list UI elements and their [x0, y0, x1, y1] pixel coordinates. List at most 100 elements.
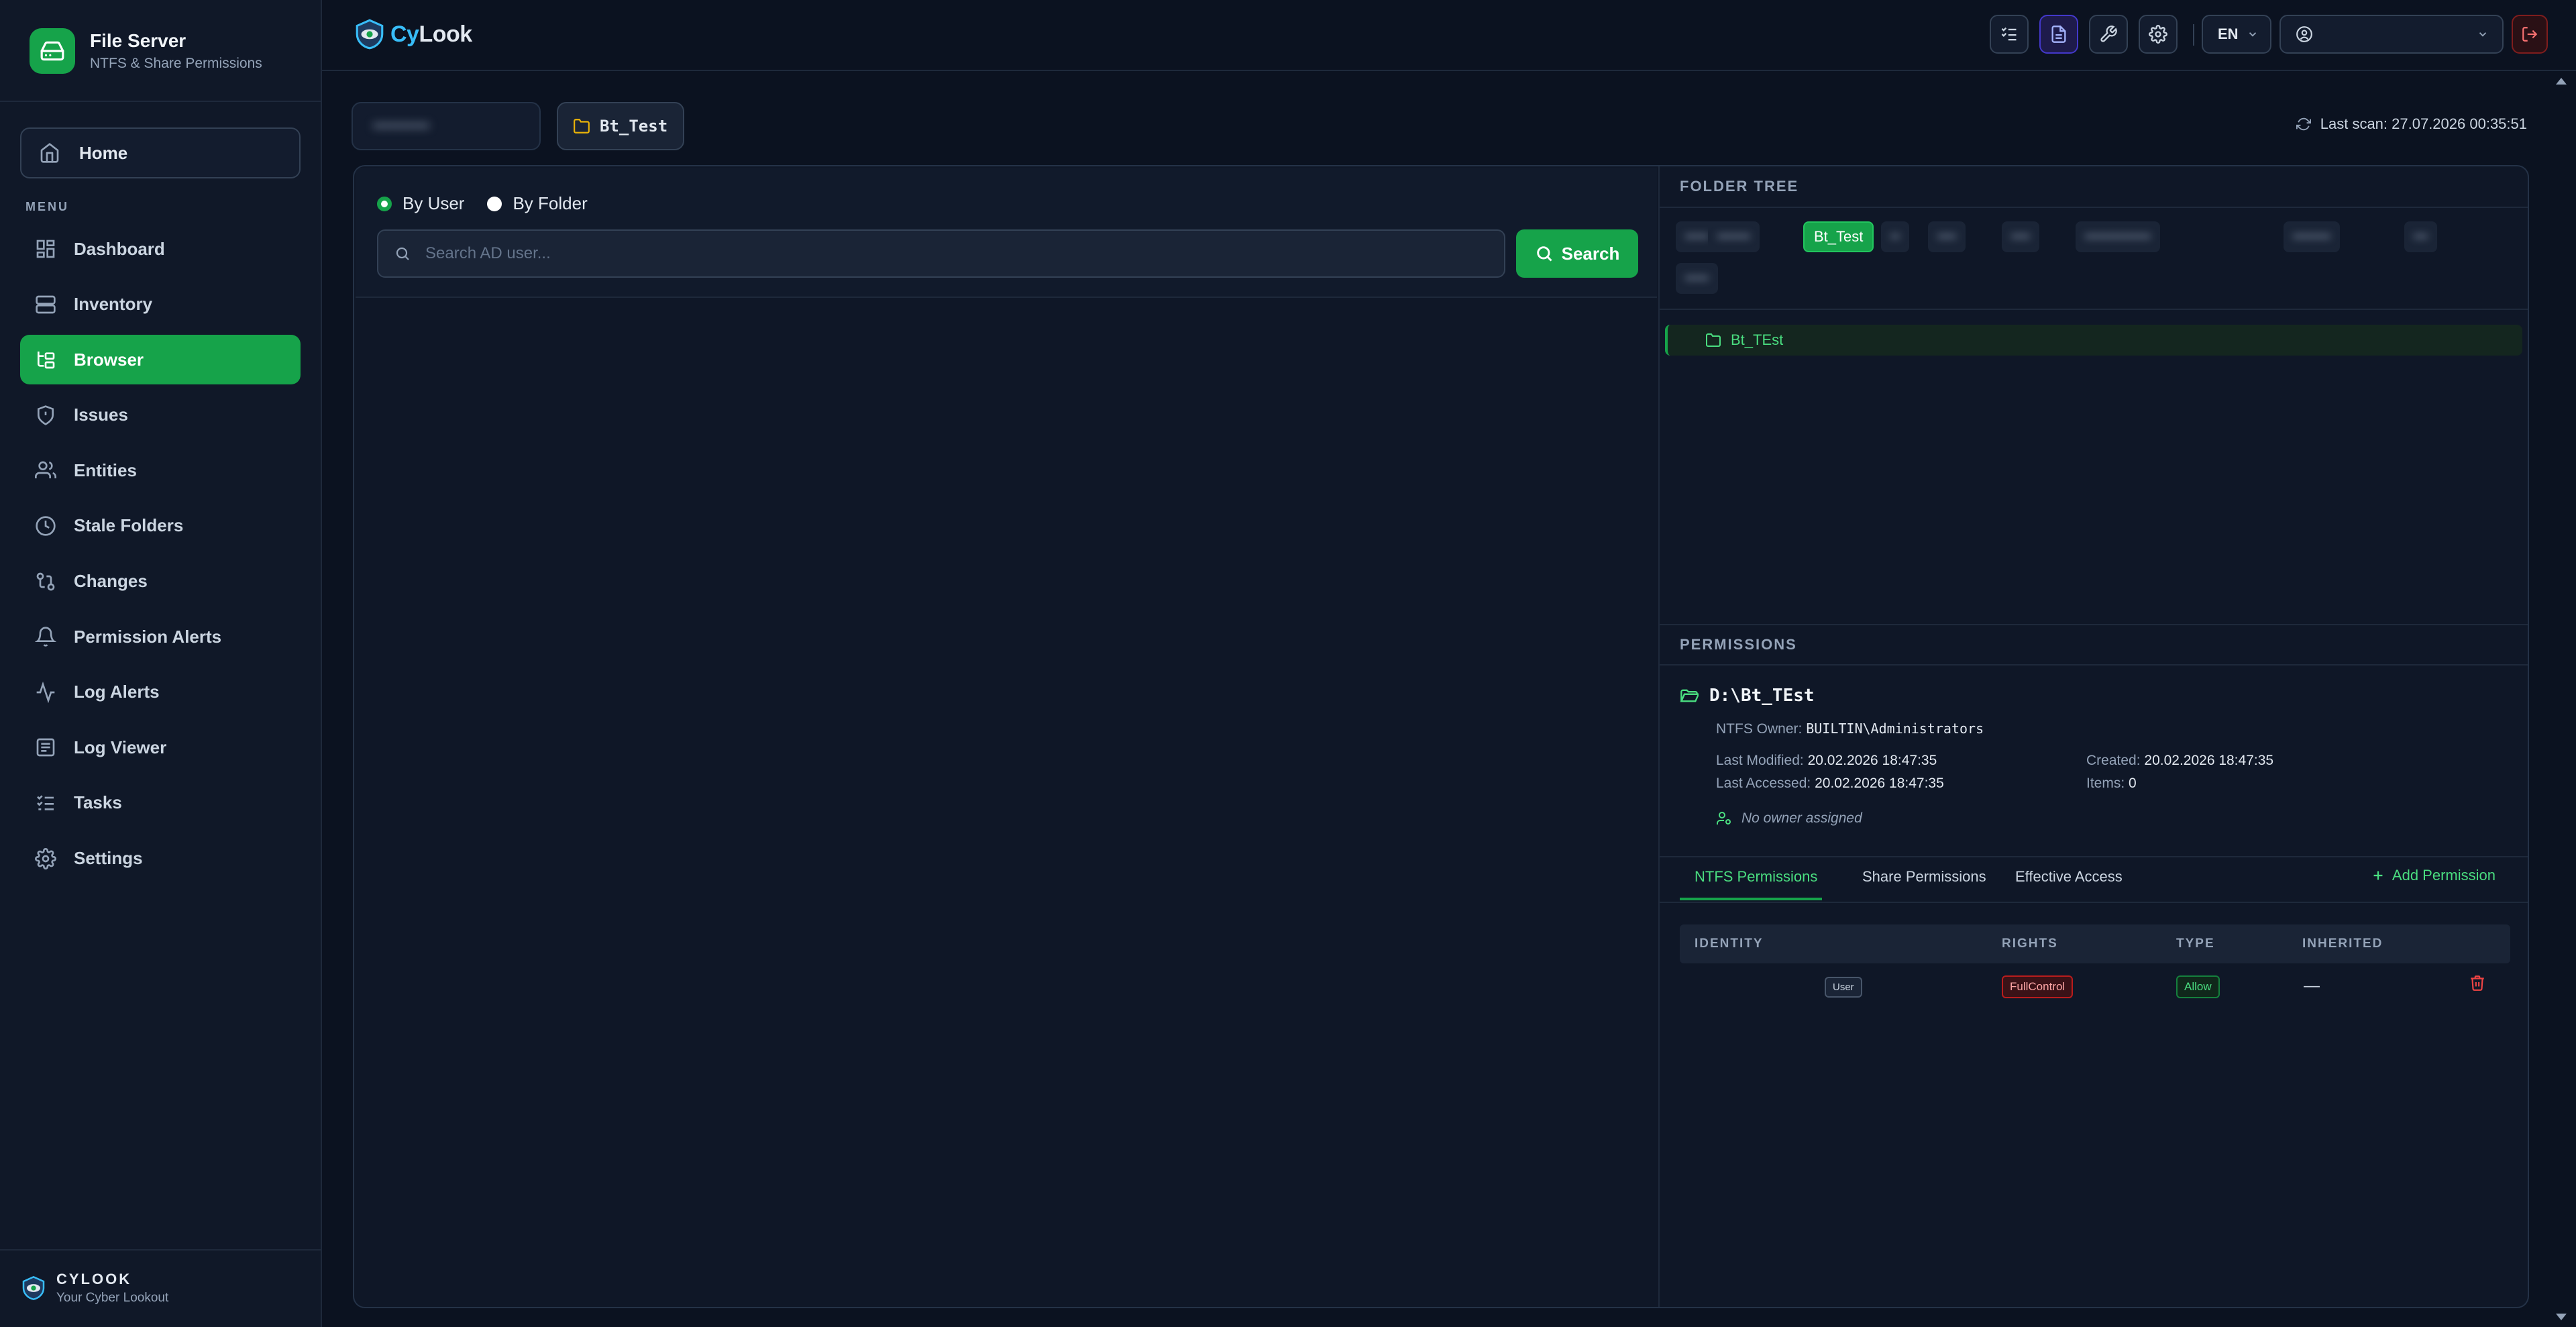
breadcrumb-item[interactable]: •••••••: [1708, 221, 1760, 252]
logout-icon: [2522, 27, 2538, 42]
top-bar: CyLook EN: [322, 0, 2576, 71]
search-icon: [1536, 246, 1552, 262]
breadcrumb-item[interactable]: ••••: [1928, 221, 1966, 252]
toolbar-divider: [2193, 24, 2194, 46]
sidebar-item-log-alerts[interactable]: Log Alerts: [20, 668, 301, 717]
breadcrumb-item-active[interactable]: Bt_Test: [1803, 221, 1874, 252]
sidebar-item-label: Entities: [74, 460, 137, 480]
add-permission-button[interactable]: Add Permission: [2371, 867, 2496, 884]
folder-tree-node-selected[interactable]: Bt_TEst: [1665, 325, 2522, 356]
identity-type-badge: User: [1825, 977, 1862, 998]
sidebar-item-label: Home: [79, 142, 128, 163]
page-scrollbar[interactable]: [2549, 71, 2576, 1327]
folder-breadcrumb: ••••• ••••••• Bt_Test •• •••• •••• •••••…: [1660, 208, 2528, 310]
report-button[interactable]: [2039, 15, 2078, 54]
home-icon: [40, 143, 59, 163]
shield-icon: [38, 405, 54, 425]
sidebar-item-permission-alerts[interactable]: Permission Alerts: [20, 612, 301, 661]
column-header-rights[interactable]: RIGHTS: [2002, 937, 2058, 951]
sidebar-item-label: Stale Folders: [74, 515, 184, 536]
details-pane: FOLDER TREE ••••• ••••••• Bt_Test •• •••…: [1660, 166, 2528, 1307]
no-owner-text: No owner assigned: [1741, 810, 1862, 826]
sidebar-item-inventory[interactable]: Inventory: [20, 280, 301, 329]
ntfs-owner-label: NTFS Owner:: [1716, 721, 1803, 737]
sidebar-item-log-viewer[interactable]: Log Viewer: [20, 723, 301, 772]
sidebar-item-tasks[interactable]: Tasks: [20, 778, 301, 828]
user-menu-select[interactable]: [2279, 15, 2504, 54]
tab-share-permissions[interactable]: Share Permissions: [1862, 868, 1986, 886]
radio-by-folder-label[interactable]: By Folder: [513, 193, 587, 214]
sidebar-item-label: Dashboard: [74, 238, 165, 259]
radio-by-folder[interactable]: [487, 196, 502, 211]
last-accessed-label: Last Accessed:: [1716, 776, 1811, 791]
tab-ntfs-permissions[interactable]: NTFS Permissions: [1695, 868, 1817, 886]
radio-by-user[interactable]: [377, 196, 392, 211]
trash-icon[interactable]: [2469, 974, 2486, 992]
sidebar-item-entities[interactable]: Entities: [20, 445, 301, 495]
sidebar-item-browser[interactable]: Browser: [20, 335, 301, 385]
git-compare-icon: [36, 572, 55, 590]
activity-icon: [36, 681, 55, 703]
tabs-top-divider: [1660, 856, 2528, 857]
sidebar-item-settings[interactable]: Settings: [20, 834, 301, 884]
sidebar-item-label: Permission Alerts: [74, 626, 222, 647]
search-button[interactable]: Search: [1516, 229, 1638, 278]
permissions-header: PERMISSIONS: [1660, 624, 2528, 666]
app-subtitle: NTFS & Share Permissions: [90, 56, 262, 71]
language-select[interactable]: EN: [2202, 15, 2271, 54]
sidebar-item-stale-folders[interactable]: Stale Folders: [20, 501, 301, 551]
footer-tagline: Your Cyber Lookout: [56, 1291, 169, 1305]
type-badge: Allow: [2176, 975, 2220, 998]
tasks-button[interactable]: [1990, 15, 2029, 54]
sidebar-item-dashboard[interactable]: Dashboard: [20, 224, 301, 274]
sidebar-item-home[interactable]: Home: [20, 127, 301, 178]
user-plus-icon: [1717, 812, 1731, 825]
logo-text: CyLook: [390, 21, 472, 48]
app-brand: File Server NTFS & Share Permissions: [30, 28, 262, 74]
breadcrumb-item[interactable]: •••••: [1676, 263, 1719, 294]
folder-tree-icon: [38, 352, 55, 369]
active-tab-indicator: [1680, 898, 1822, 900]
sidebar-item-label: Inventory: [74, 294, 153, 315]
radio-by-user-label[interactable]: By User: [402, 193, 464, 214]
breadcrumb-item[interactable]: ••••: [2002, 221, 2040, 252]
column-header-type[interactable]: TYPE: [2176, 937, 2215, 951]
app-title: File Server: [90, 30, 186, 51]
sidebar-item-label: Issues: [74, 405, 128, 425]
refresh-icon: [2296, 117, 2311, 131]
gear-icon: [2149, 25, 2167, 44]
breadcrumb-item[interactable]: ••••••••: [2284, 221, 2341, 252]
breadcrumb-item[interactable]: ••: [1881, 221, 1910, 252]
scroll-down-arrow[interactable]: [2556, 1314, 2567, 1320]
folder-open-icon: [1680, 689, 1699, 702]
folder-tree-node-label: Bt_TEst: [1731, 331, 1784, 348]
tab-effective-access[interactable]: Effective Access: [2015, 868, 2123, 886]
sidebar-nav: Dashboard Inventory Browser Issues Entit…: [20, 224, 301, 889]
tasks-icon: [2001, 27, 2017, 41]
report-icon: [2051, 25, 2066, 43]
dashboard-icon: [36, 240, 55, 258]
footer-brand: CYLOOK Your Cyber Lookout: [20, 1271, 168, 1306]
sidebar-divider: [0, 101, 321, 102]
search-input[interactable]: Search AD user...: [377, 229, 1505, 278]
wrench-icon: [2100, 25, 2117, 42]
server-selector[interactable]: ••••••••••: [352, 102, 541, 150]
sidebar-item-changes[interactable]: Changes: [20, 557, 301, 606]
ntfs-owner-value: BUILTIN\Administrators: [1806, 721, 1984, 737]
column-header-identity[interactable]: IDENTITY: [1695, 937, 1764, 951]
sidebar-item-issues[interactable]: Issues: [20, 390, 301, 440]
logout-button[interactable]: [2512, 15, 2548, 54]
search-card: By User By Folder Search AD user... Sear…: [356, 168, 1657, 298]
breadcrumb-item[interactable]: •••: [2404, 221, 2438, 252]
cylook-logo[interactable]: CyLook: [353, 17, 472, 51]
tools-button[interactable]: [2089, 15, 2128, 54]
folder-icon: [1706, 333, 1721, 347]
current-folder-chip[interactable]: Bt_Test: [557, 102, 684, 150]
sidebar: File Server NTFS & Share Permissions Hom…: [0, 0, 322, 1327]
items-value: 0: [2129, 776, 2137, 791]
settings-button[interactable]: [2139, 15, 2178, 54]
column-header-inherited[interactable]: INHERITED: [2302, 937, 2383, 951]
breadcrumb-item[interactable]: ••••••••••••••: [2076, 221, 2161, 252]
logo-text-rest: Look: [419, 21, 472, 47]
scroll-up-arrow[interactable]: [2556, 78, 2567, 85]
